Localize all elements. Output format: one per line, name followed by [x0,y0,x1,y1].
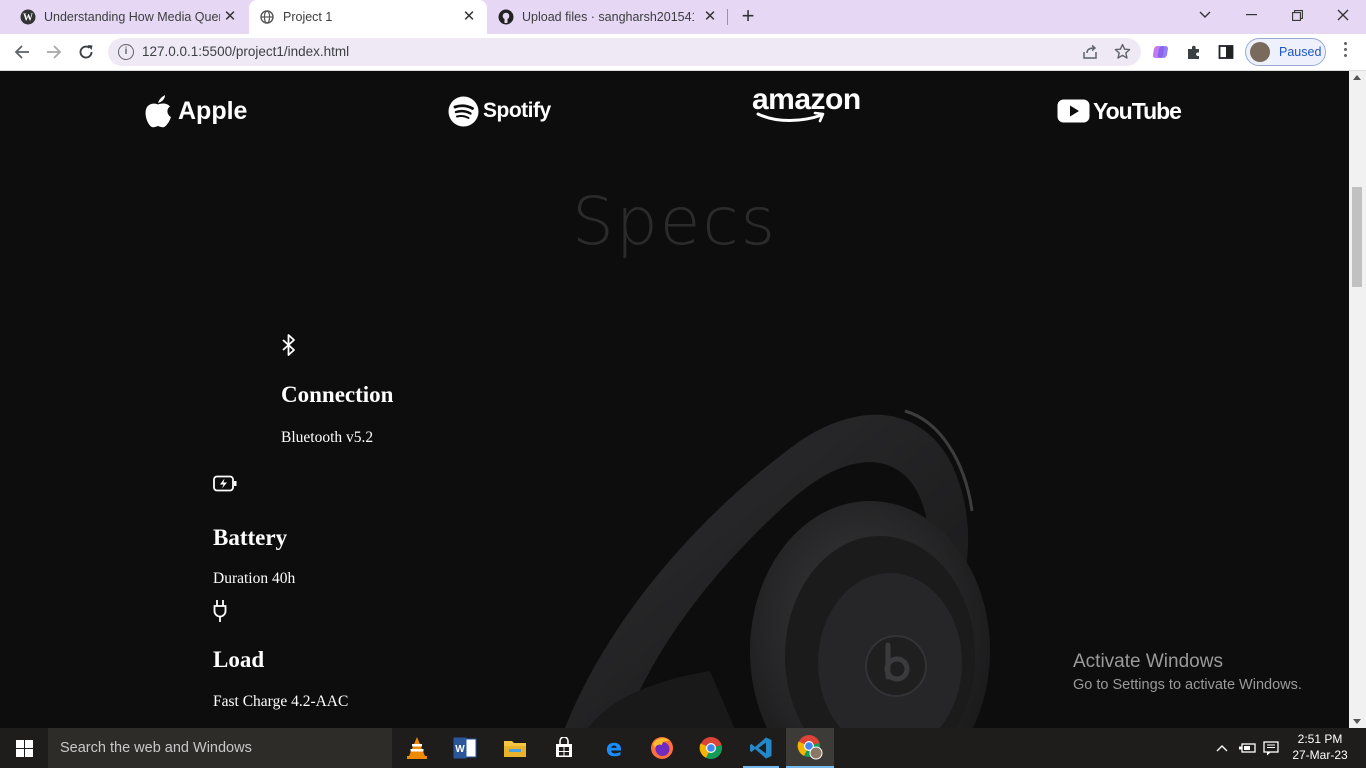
amazon-smile-icon [756,111,825,123]
spec-battery: Battery Duration 40h [213,475,295,588]
minimize-icon [1245,14,1257,16]
tab-media-queries[interactable]: W Understanding How Media Quer ✕ [0,0,248,34]
store-icon[interactable] [540,728,588,768]
tab-search-button[interactable] [1182,0,1228,30]
address-bar[interactable]: i 127.0.0.1:5500/project1/index.html [108,38,1141,66]
edge-icon[interactable]: e [590,728,638,768]
more-menu-icon[interactable] [1344,42,1348,60]
watermark-line-1: Activate Windows [1073,651,1223,672]
reload-icon [79,45,93,59]
restore-icon [1291,9,1303,21]
page-scrollbar[interactable] [1349,71,1366,728]
close-icon [1337,9,1349,21]
close-window-button[interactable] [1320,0,1366,30]
plug-icon [213,600,227,622]
github-icon [498,9,514,25]
avatar [1250,42,1270,62]
spec-detail: Duration 40h [213,570,296,587]
share-icon[interactable] [1082,44,1098,65]
word-icon[interactable]: W [441,728,489,768]
apple-logo: Apple [143,91,247,131]
svg-text:e: e [606,737,622,759]
youtube-logo: YouTube [1057,91,1182,131]
chrome-icon[interactable] [687,728,735,768]
clock-time: 2:51 PM [1297,732,1343,746]
back-button[interactable] [10,40,34,64]
start-button[interactable] [0,728,48,768]
reload-button[interactable] [74,40,98,64]
close-tab-icon[interactable]: ✕ [222,9,238,25]
action-center-icon[interactable] [1260,728,1282,768]
extension-colorful-icon[interactable] [1150,40,1174,64]
arrow-right-icon [47,45,62,59]
windows-taskbar: Search the web and Windows W e 2:51 PM 2… [0,728,1366,768]
spec-connection: Connection Bluetooth v5.2 [281,333,393,447]
tab-title: Upload files · sangharsh2015413/ [522,10,694,24]
close-tab-icon[interactable]: ✕ [702,9,718,25]
clock-date: 27-Mar-23 [1292,748,1348,762]
scroll-up-icon[interactable] [1353,75,1361,80]
tab-upload-files[interactable]: Upload files · sangharsh2015413/ ✕ [488,0,728,34]
profile-button[interactable]: Paused [1245,38,1326,66]
spec-title: Load [213,647,265,672]
vlc-icon[interactable] [393,728,441,768]
spec-title: Connection [281,382,394,407]
scroll-down-icon[interactable] [1353,719,1361,724]
vscode-icon[interactable] [737,728,785,768]
minimize-button[interactable] [1228,0,1274,30]
browser-tab-strip: W Understanding How Media Quer ✕ Project… [0,0,1366,34]
taskbar-clock[interactable]: 2:51 PM 27-Mar-23 [1290,731,1350,763]
globe-icon [259,9,275,25]
new-tab-button[interactable]: + [737,5,759,28]
spec-load: Load Fast Charge 4.2-AAC [213,599,348,711]
wordpress-icon: W [20,9,36,25]
spotify-logo: Spotify [448,91,551,131]
spotify-icon [448,96,479,126]
activate-windows-watermark: Activate Windows Go to Settings to activ… [1073,651,1302,693]
headphone-image [565,409,990,728]
search-placeholder: Search the web and Windows [60,740,252,756]
youtube-logo-text: YouTube [1093,97,1182,124]
amazon-logo: amazon [752,85,861,125]
section-title: Specs [571,183,778,260]
apple-icon [145,95,171,128]
spec-title: Battery [213,525,288,550]
file-explorer-icon[interactable] [491,728,539,768]
windows-logo-icon [15,739,33,757]
tab-project-1[interactable]: Project 1 ✕ [249,0,487,34]
taskbar-search-input[interactable]: Search the web and Windows [48,728,392,768]
svg-text:W: W [23,13,33,24]
apple-logo-text: Apple [178,96,248,125]
tab-separator [727,9,728,25]
url-text: 127.0.0.1:5500/project1/index.html [142,44,350,59]
site-info-icon[interactable]: i [118,44,134,60]
browser-toolbar: i 127.0.0.1:5500/project1/index.html Pau… [0,34,1366,71]
close-tab-icon[interactable]: ✕ [461,9,477,25]
youtube-play-icon [1057,99,1090,123]
svg-text:W: W [455,744,465,755]
profile-status-label: Paused [1279,45,1322,59]
spotify-logo-text: Spotify [483,99,551,122]
restore-button[interactable] [1274,0,1320,30]
forward-button[interactable] [42,40,66,64]
spec-detail: Fast Charge 4.2-AAC [213,693,349,710]
extensions-puzzle-icon[interactable] [1182,40,1206,64]
watermark-line-2: Go to Settings to activate Windows. [1073,677,1302,693]
battery-charging-icon [213,475,237,492]
tray-chevron-up-icon[interactable] [1212,728,1232,768]
side-panel-icon[interactable] [1214,40,1238,64]
page-viewport: Apple Spotify amazon YouTube Specs Conne… [0,71,1349,728]
arrow-left-icon [14,45,29,59]
chevron-down-icon [1199,11,1211,18]
tab-title: Understanding How Media Quer [44,10,220,24]
scrollbar-thumb[interactable] [1352,187,1362,287]
firefox-icon[interactable] [638,728,686,768]
tab-title: Project 1 [283,10,333,24]
bluetooth-icon [282,334,295,356]
chrome-profile-icon[interactable] [786,728,834,768]
bookmark-star-icon[interactable] [1114,43,1131,65]
power-icon[interactable] [1236,728,1258,768]
spec-detail: Bluetooth v5.2 [281,429,374,446]
